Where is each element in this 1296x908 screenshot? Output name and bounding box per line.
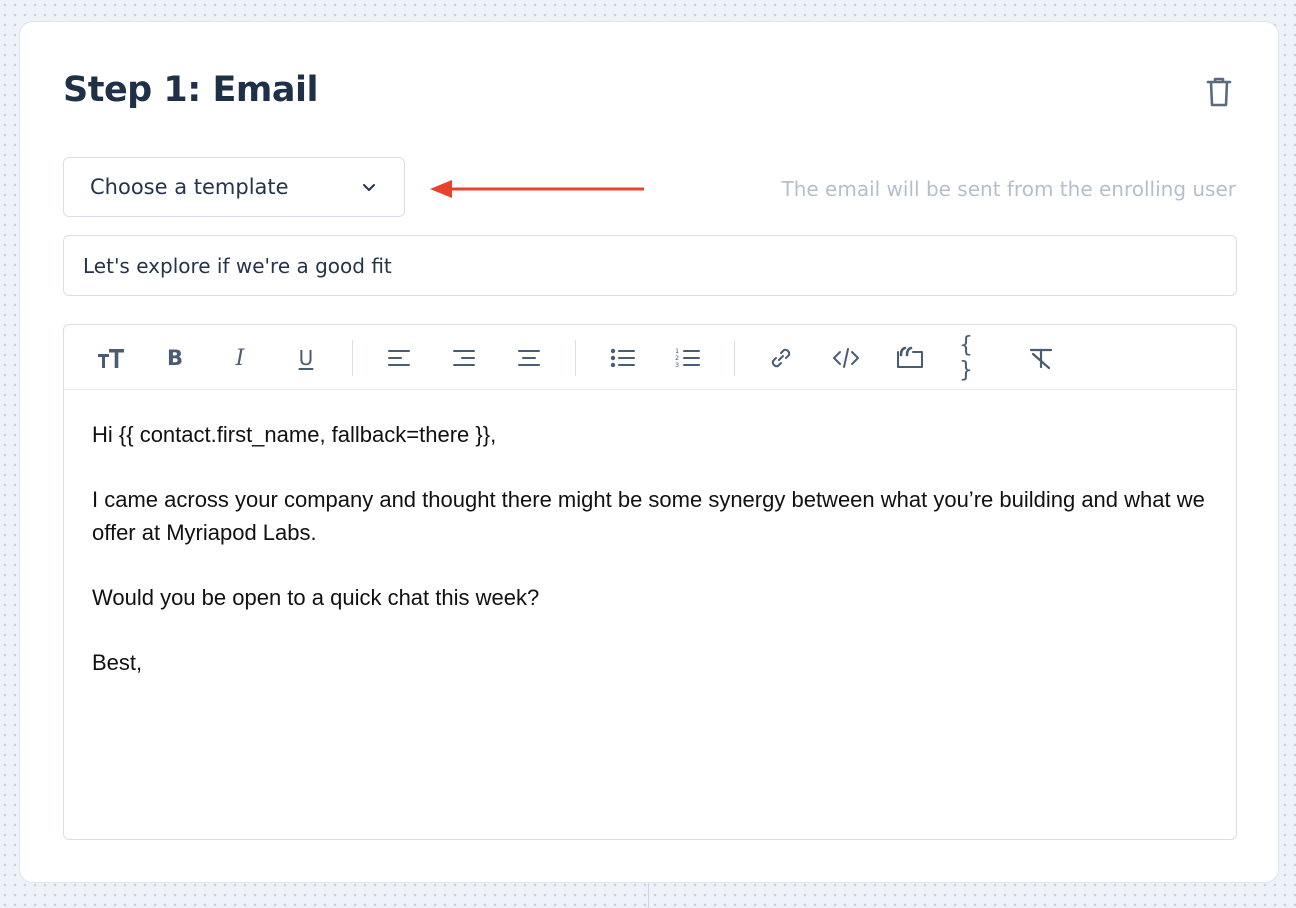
trash-icon <box>1206 77 1232 107</box>
chevron-down-icon <box>363 183 375 191</box>
email-step-card: Step 1: Email Choose a template The emai… <box>19 21 1279 883</box>
toolbar-divider <box>352 340 353 376</box>
body-paragraph: Hi {{ contact.first_name, fallback=there… <box>92 422 497 447</box>
numbered-list-button[interactable]: 1 2 3 <box>671 341 705 375</box>
code-button[interactable] <box>829 341 863 375</box>
align-right-icon <box>453 350 475 366</box>
variable-button[interactable]: { } <box>959 333 993 383</box>
link-button[interactable] <box>764 341 798 375</box>
link-icon <box>771 348 791 368</box>
text-size-icon <box>98 349 124 368</box>
toolbar-divider <box>575 340 576 376</box>
quote-icon <box>897 346 923 368</box>
template-select-label: Choose a template <box>90 175 289 199</box>
svg-text:3: 3 <box>675 361 679 369</box>
align-center-icon <box>518 350 540 366</box>
email-body-content[interactable]: Hi {{ contact.first_name, fallback=there… <box>64 390 1236 679</box>
annotation-arrow-icon <box>430 180 644 198</box>
step-title: Step 1: Email <box>63 70 318 110</box>
align-left-button[interactable] <box>382 341 416 375</box>
body-paragraph: Would you be open to a quick chat this w… <box>92 585 540 610</box>
clear-format-icon <box>1029 348 1053 370</box>
align-right-button[interactable] <box>447 341 481 375</box>
bold-button[interactable]: B <box>158 341 192 375</box>
toolbar-divider <box>734 340 735 376</box>
body-paragraph: I came across your company and thought t… <box>92 487 1205 545</box>
template-select[interactable]: Choose a template <box>63 157 405 217</box>
variable-braces-icon: { } <box>959 333 974 383</box>
editor-toolbar: B I U 1 2 3 {} <box>64 325 1236 390</box>
clear-format-button[interactable] <box>1024 341 1058 375</box>
body-paragraph: Best, <box>92 650 143 675</box>
bullet-list-button[interactable] <box>606 341 640 375</box>
italic-button[interactable]: I <box>223 341 257 375</box>
bold-icon: B <box>166 346 183 370</box>
align-center-button[interactable] <box>512 341 546 375</box>
italic-icon: I <box>235 345 245 371</box>
underline-button[interactable]: U <box>289 341 323 375</box>
quote-button[interactable] <box>893 341 927 375</box>
align-left-icon <box>388 350 410 366</box>
email-body-editor[interactable]: B I U 1 2 3 {} Hi {{contact.first_name… <box>63 324 1237 840</box>
subject-input[interactable] <box>63 235 1237 296</box>
numbered-list-icon: 1 2 3 <box>675 347 700 369</box>
bullet-list-icon <box>610 348 635 368</box>
underline-icon: U <box>298 346 314 370</box>
sender-note: The email will be sent from the enrollin… <box>781 177 1236 201</box>
delete-step-button[interactable] <box>1200 72 1238 112</box>
code-icon <box>833 348 859 368</box>
text-size-button[interactable] <box>94 341 128 375</box>
